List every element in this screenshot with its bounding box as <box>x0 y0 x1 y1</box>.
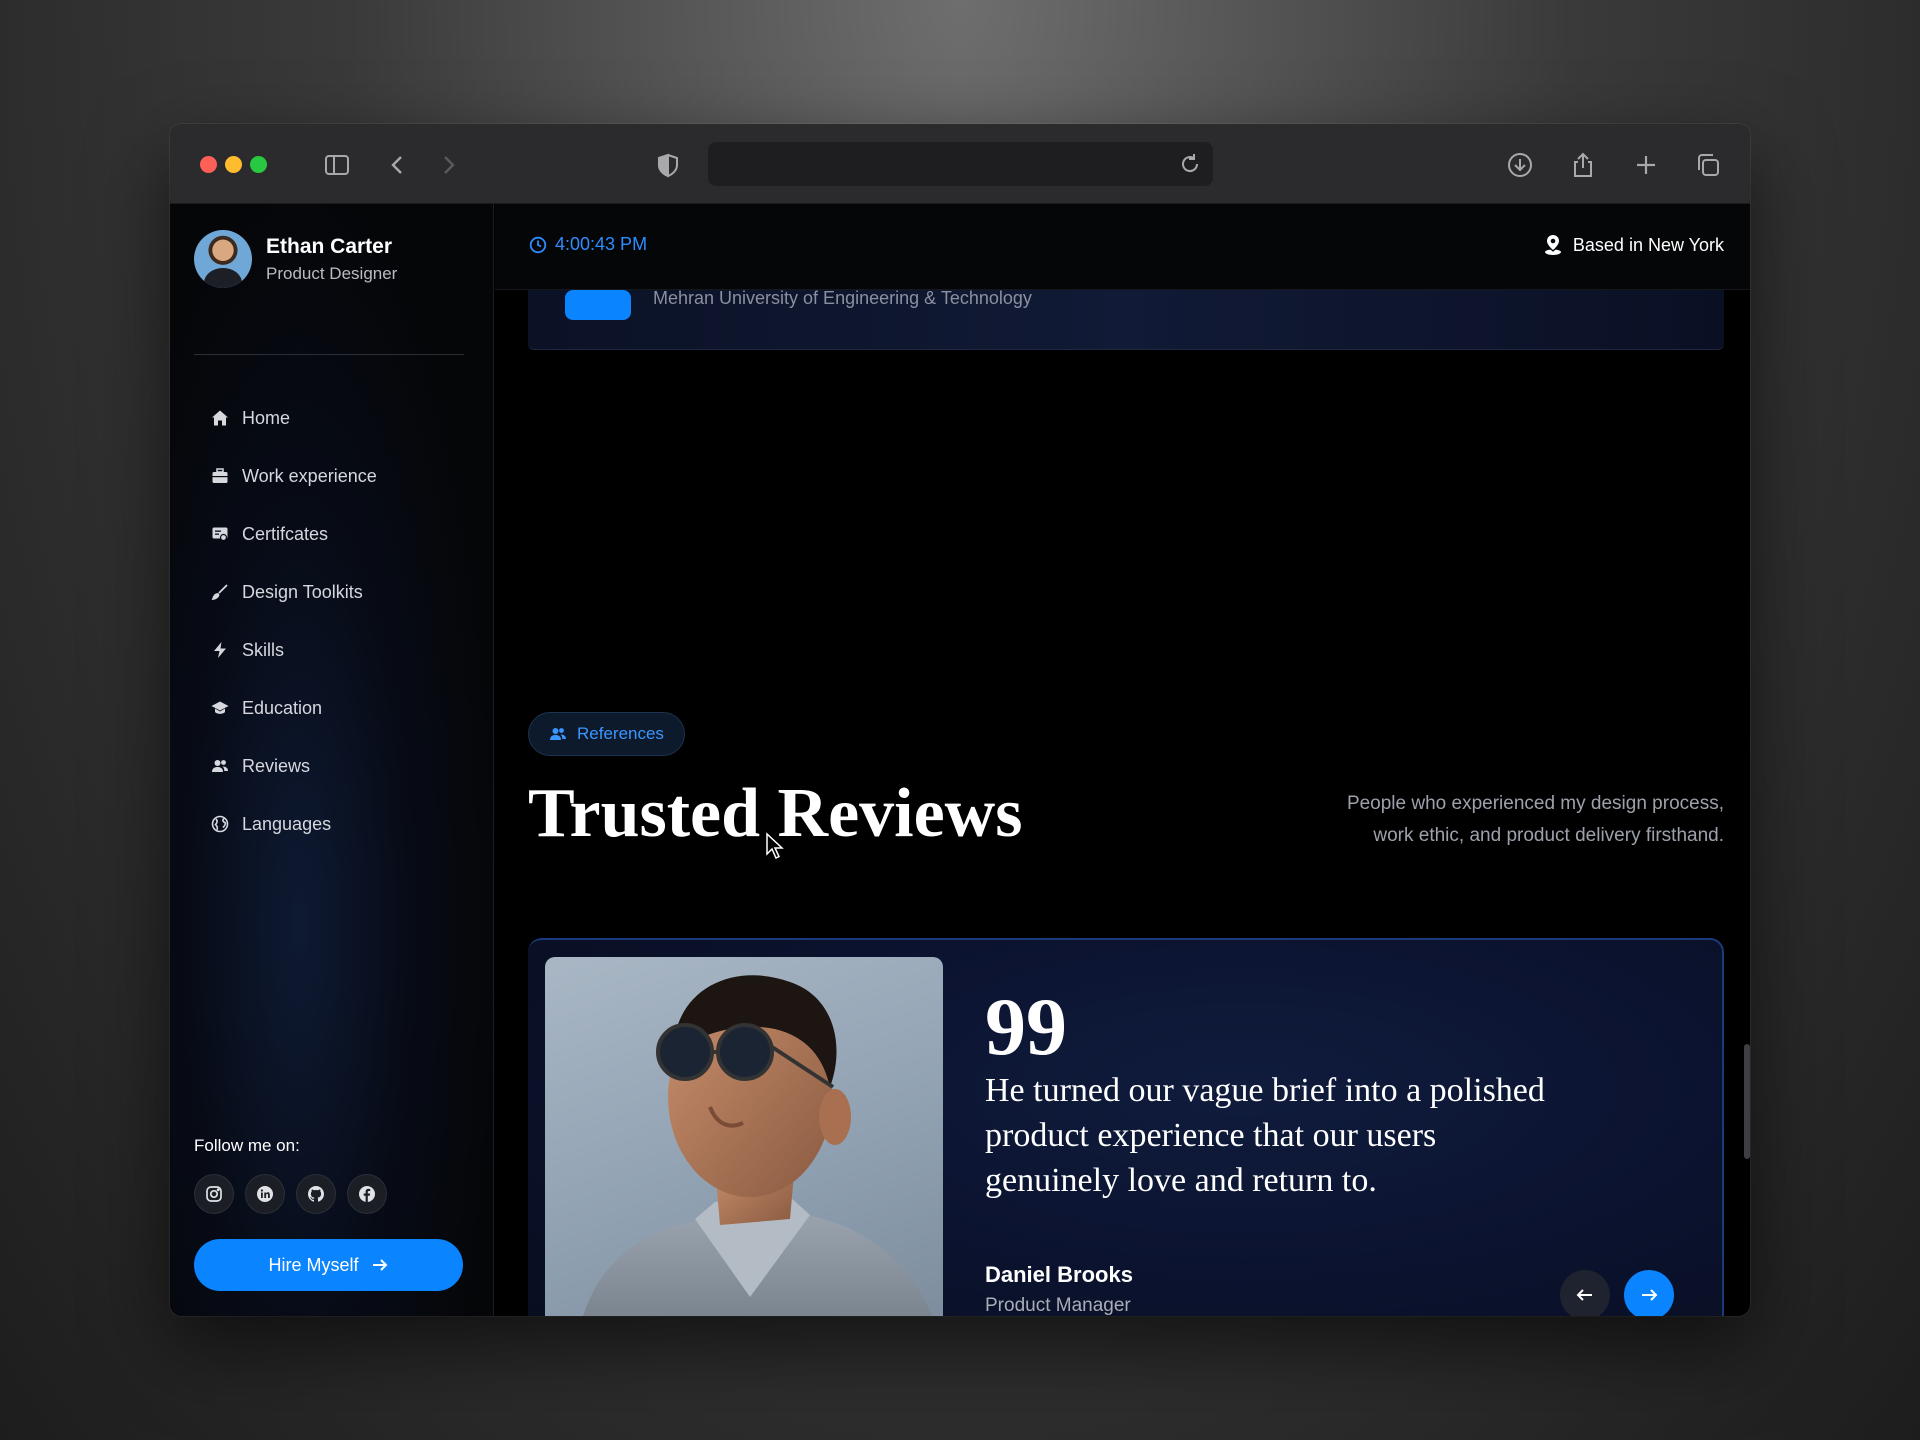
github-icon[interactable] <box>296 1174 336 1214</box>
profile: Ethan Carter Product Designer <box>194 230 397 288</box>
users-icon <box>210 756 230 776</box>
sidebar-item-label: Reviews <box>242 755 311 776</box>
forward-icon[interactable] <box>431 148 465 182</box>
arrow-right-icon <box>1642 1289 1658 1301</box>
download-icon[interactable] <box>1503 148 1537 182</box>
sidebar-item-label: Design Toolkits <box>242 581 363 602</box>
review-quote: He turned our vague brief into a polishe… <box>985 1072 1545 1199</box>
sidebar-item-reviews[interactable]: Reviews <box>210 737 377 795</box>
sidebar-item-education[interactable]: Education <box>210 679 377 737</box>
sidebar-nav: Home Work experience Certifcates Design … <box>210 389 377 853</box>
new-tab-icon[interactable] <box>1629 148 1663 182</box>
address-bar[interactable] <box>708 142 1213 186</box>
graduation-cap-icon <box>210 698 230 718</box>
review-card: 99 He turned our vague brief into a poli… <box>528 938 1724 1316</box>
browser-titlebar <box>170 124 1750 204</box>
back-icon[interactable] <box>381 148 415 182</box>
top-bar: 4:00:43 PM Based in New York <box>495 204 1750 290</box>
reload-icon[interactable] <box>1177 151 1203 177</box>
profile-role: Product Designer <box>266 263 398 283</box>
sidebar-item-label: Certifcates <box>242 523 329 544</box>
briefcase-icon <box>210 466 230 486</box>
clock: 4:00:43 PM <box>529 234 647 255</box>
location-pin-icon <box>1544 235 1561 255</box>
sidebar-item-skills[interactable]: Skills <box>210 621 377 679</box>
brush-icon <box>210 582 230 602</box>
quote-mark-icon: 99 <box>985 981 1067 1072</box>
clock-time: 4:00:43 PM <box>555 234 648 254</box>
minimize-window-button[interactable] <box>225 156 242 173</box>
mouse-cursor-icon <box>766 832 784 860</box>
sidebar-item-design-toolkits[interactable]: Design Toolkits <box>210 563 377 621</box>
references-pill: References <box>528 712 685 756</box>
next-review-button[interactable] <box>1624 1270 1674 1316</box>
reviewer-photo <box>545 957 943 1316</box>
zoom-window-button[interactable] <box>250 156 267 173</box>
facebook-icon[interactable] <box>347 1174 387 1214</box>
lightning-icon <box>210 640 230 660</box>
education-badge <box>565 290 631 320</box>
sidebar-item-label: Work experience <box>242 465 377 486</box>
sidebar-item-label: Home <box>242 407 291 428</box>
privacy-shield-icon[interactable] <box>651 148 685 182</box>
sidebar-item-languages[interactable]: Languages <box>210 795 377 853</box>
hire-button-label: Hire Myself <box>268 1254 359 1275</box>
arrow-left-icon <box>1576 1289 1592 1301</box>
hire-button[interactable]: Hire Myself <box>194 1239 463 1291</box>
social-links <box>194 1174 387 1214</box>
sidebar-toggle-icon[interactable] <box>320 148 354 182</box>
location: Based in New York <box>1543 234 1724 256</box>
avatar <box>194 230 252 288</box>
sidebar-item-label: Skills <box>242 639 285 660</box>
location-text: Based in New York <box>1572 234 1724 255</box>
education-institution: Mehran University of Engineering & Techn… <box>653 288 1032 308</box>
clock-icon <box>529 236 547 253</box>
sidebar: Ethan Carter Product Designer Home Work … <box>170 204 494 1316</box>
arrow-right-icon <box>372 1259 387 1271</box>
tab-overview-icon[interactable] <box>1691 148 1725 182</box>
section-description: People who experienced my design process… <box>1346 793 1724 846</box>
instagram-icon[interactable] <box>194 1174 234 1214</box>
sidebar-item-label: Languages <box>242 813 332 834</box>
users-icon <box>550 728 566 740</box>
sidebar-item-home[interactable]: Home <box>210 389 377 447</box>
sidebar-item-certificates[interactable]: Certifcates <box>210 505 377 563</box>
linkedin-icon[interactable] <box>245 1174 285 1214</box>
sidebar-item-work-experience[interactable]: Work experience <box>210 447 377 505</box>
reviewer-name: Daniel Brooks <box>985 1262 1133 1287</box>
main-content: 4:00:43 PM Based in New York Mehran Univ… <box>495 204 1750 1316</box>
browser-window: Ethan Carter Product Designer Home Work … <box>170 124 1750 1316</box>
home-icon <box>210 408 230 428</box>
profile-name: Ethan Carter <box>266 234 393 258</box>
globe-icon <box>210 814 230 834</box>
close-window-button[interactable] <box>200 156 217 173</box>
references-pill-label: References <box>577 724 664 743</box>
sidebar-divider <box>194 354 464 355</box>
previous-review-button[interactable] <box>1560 1270 1610 1316</box>
share-icon[interactable] <box>1566 148 1600 182</box>
reviewer-role: Product Manager <box>985 1295 1131 1316</box>
certificate-icon <box>210 524 230 544</box>
follow-label: Follow me on: <box>194 1136 300 1155</box>
sidebar-item-label: Education <box>242 697 323 718</box>
page-scrollbar[interactable] <box>1744 1044 1750 1159</box>
